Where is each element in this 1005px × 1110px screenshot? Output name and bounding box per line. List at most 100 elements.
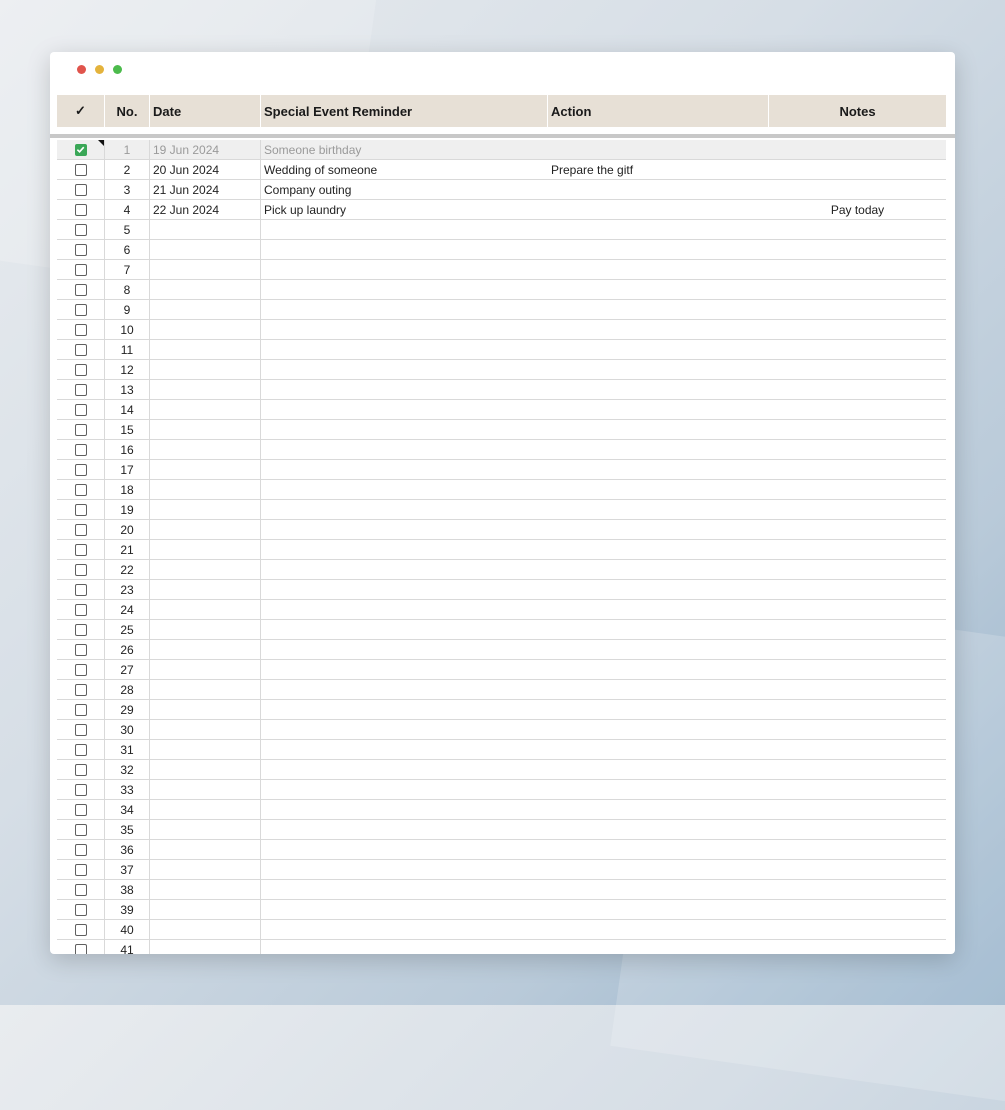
event-cell[interactable] [261, 440, 548, 459]
date-cell[interactable] [150, 400, 261, 419]
row-number[interactable]: 9 [105, 300, 150, 319]
event-cell[interactable] [261, 220, 548, 239]
event-cell[interactable] [261, 760, 548, 779]
date-cell[interactable] [150, 680, 261, 699]
event-cell[interactable]: Company outing [261, 180, 548, 199]
checkbox-icon[interactable] [74, 303, 87, 316]
date-cell[interactable] [150, 900, 261, 919]
action-cell[interactable] [548, 260, 769, 279]
date-cell[interactable] [150, 800, 261, 819]
notes-cell[interactable] [769, 660, 946, 679]
row-number[interactable]: 17 [105, 460, 150, 479]
event-cell[interactable] [261, 620, 548, 639]
checkbox-icon[interactable] [74, 403, 87, 416]
checkbox-icon[interactable] [74, 483, 87, 496]
date-cell[interactable] [150, 420, 261, 439]
event-cell[interactable] [261, 800, 548, 819]
date-cell[interactable] [150, 280, 261, 299]
event-cell[interactable] [261, 880, 548, 899]
row-number[interactable]: 3 [105, 180, 150, 199]
notes-cell[interactable] [769, 180, 946, 199]
notes-cell[interactable] [769, 620, 946, 639]
date-cell[interactable] [150, 300, 261, 319]
checkbox-icon[interactable] [74, 783, 87, 796]
action-cell[interactable] [548, 460, 769, 479]
row-number[interactable]: 12 [105, 360, 150, 379]
row-number[interactable]: 24 [105, 600, 150, 619]
event-cell[interactable] [261, 520, 548, 539]
event-cell[interactable] [261, 820, 548, 839]
notes-cell[interactable] [769, 500, 946, 519]
date-cell[interactable] [150, 240, 261, 259]
action-cell[interactable] [548, 600, 769, 619]
row-number[interactable]: 29 [105, 700, 150, 719]
notes-cell[interactable] [769, 580, 946, 599]
action-cell[interactable] [548, 720, 769, 739]
action-cell[interactable] [548, 320, 769, 339]
date-cell[interactable]: 22 Jun 2024 [150, 200, 261, 219]
notes-cell[interactable] [769, 600, 946, 619]
notes-cell[interactable] [769, 740, 946, 759]
minimize-dot-icon[interactable] [95, 65, 104, 74]
header-event[interactable]: Special Event Reminder [261, 95, 548, 127]
row-number[interactable]: 23 [105, 580, 150, 599]
action-cell[interactable] [548, 840, 769, 859]
event-cell[interactable]: Pick up laundry [261, 200, 548, 219]
checkbox-icon[interactable] [74, 623, 87, 636]
checkbox-icon[interactable] [74, 163, 87, 176]
date-cell[interactable]: 20 Jun 2024 [150, 160, 261, 179]
date-cell[interactable] [150, 580, 261, 599]
event-cell[interactable] [261, 340, 548, 359]
row-number[interactable]: 28 [105, 680, 150, 699]
checkbox-icon[interactable] [74, 223, 87, 236]
date-cell[interactable] [150, 760, 261, 779]
notes-cell[interactable] [769, 420, 946, 439]
date-cell[interactable] [150, 740, 261, 759]
event-cell[interactable] [261, 420, 548, 439]
action-cell[interactable] [548, 360, 769, 379]
checkbox-icon[interactable] [74, 663, 87, 676]
event-cell[interactable]: Someone birthday [261, 140, 548, 159]
event-cell[interactable] [261, 720, 548, 739]
event-cell[interactable] [261, 500, 548, 519]
event-cell[interactable] [261, 460, 548, 479]
action-cell[interactable] [548, 180, 769, 199]
row-number[interactable]: 26 [105, 640, 150, 659]
row-number[interactable]: 31 [105, 740, 150, 759]
notes-cell[interactable] [769, 460, 946, 479]
checkbox-icon[interactable] [74, 703, 87, 716]
event-cell[interactable] [261, 600, 548, 619]
notes-cell[interactable] [769, 280, 946, 299]
notes-cell[interactable] [769, 320, 946, 339]
event-cell[interactable] [261, 360, 548, 379]
checkbox-icon[interactable] [74, 823, 87, 836]
action-cell[interactable] [548, 940, 769, 954]
action-cell[interactable] [548, 240, 769, 259]
checkbox-icon[interactable] [74, 363, 87, 376]
action-cell[interactable] [548, 280, 769, 299]
row-number[interactable]: 19 [105, 500, 150, 519]
notes-cell[interactable] [769, 840, 946, 859]
action-cell[interactable] [548, 480, 769, 499]
checkbox-icon[interactable] [74, 283, 87, 296]
action-cell[interactable] [548, 780, 769, 799]
header-date[interactable]: Date [150, 95, 261, 127]
checkbox-icon[interactable] [74, 543, 87, 556]
notes-cell[interactable] [769, 900, 946, 919]
date-cell[interactable] [150, 620, 261, 639]
row-number[interactable]: 32 [105, 760, 150, 779]
row-number[interactable]: 36 [105, 840, 150, 859]
row-number[interactable]: 30 [105, 720, 150, 739]
checkbox-icon[interactable] [74, 443, 87, 456]
event-cell[interactable] [261, 780, 548, 799]
checkbox-icon[interactable] [74, 263, 87, 276]
event-cell[interactable] [261, 260, 548, 279]
notes-cell[interactable] [769, 640, 946, 659]
date-cell[interactable] [150, 340, 261, 359]
date-cell[interactable] [150, 840, 261, 859]
date-cell[interactable] [150, 320, 261, 339]
date-cell[interactable] [150, 820, 261, 839]
event-cell[interactable] [261, 560, 548, 579]
action-cell[interactable] [548, 340, 769, 359]
row-number[interactable]: 6 [105, 240, 150, 259]
